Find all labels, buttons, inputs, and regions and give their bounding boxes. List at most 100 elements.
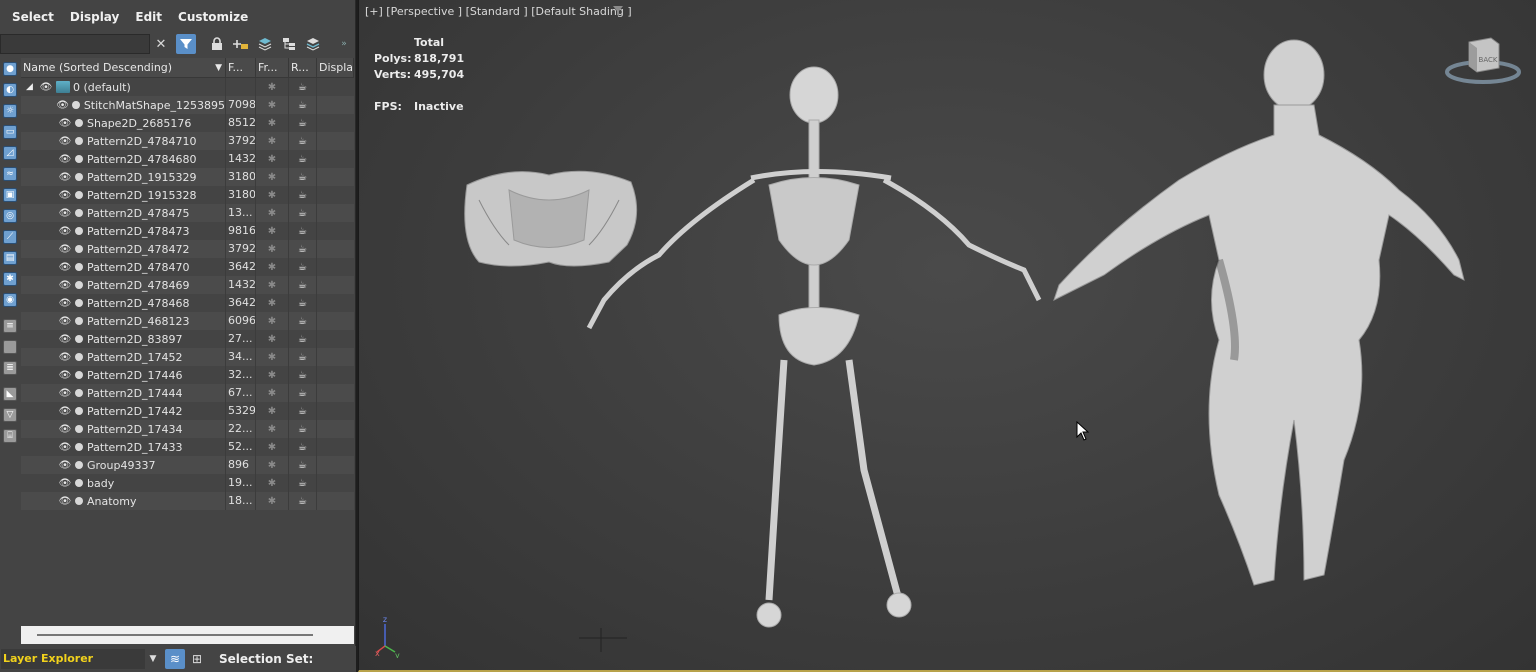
visibility-eye-icon[interactable]: 👁	[58, 370, 72, 381]
freeze-icon[interactable]: ✱	[256, 150, 289, 168]
none-filter-icon[interactable]	[1, 337, 19, 357]
render-teapot-icon[interactable]: ☕	[289, 420, 317, 438]
scrollbar-thumb[interactable]	[37, 634, 313, 636]
render-teapot-icon[interactable]: ☕	[289, 312, 317, 330]
render-teapot-icon[interactable]: ☕	[289, 222, 317, 240]
layers-icon[interactable]	[255, 34, 275, 54]
visibility-eye-icon[interactable]: 👁	[58, 478, 72, 489]
freeze-icon[interactable]: ✱	[256, 402, 289, 420]
viewport-label-menu[interactable]: [+] [Perspective ] [Standard ] [Default …	[365, 5, 632, 18]
all-filter-icon[interactable]: ≡	[1, 316, 19, 336]
visibility-eye-icon[interactable]: 👁	[56, 100, 69, 111]
freeze-icon[interactable]: ✱	[256, 438, 289, 456]
freeze-icon[interactable]: ✱	[256, 294, 289, 312]
object-row[interactable]: 👁 Pattern2D_4784710 3792 ✱ ☕	[21, 132, 354, 150]
freeze-icon[interactable]: ✱	[256, 168, 289, 186]
visibility-eye-icon[interactable]: 👁	[58, 118, 72, 129]
object-row[interactable]: 👁 Pattern2D_1915328 3180 ✱ ☕	[21, 186, 354, 204]
object-row[interactable]: 👁 Pattern2D_17452 34... ✱ ☕	[21, 348, 354, 366]
object-row[interactable]: 👁 Pattern2D_17433 52... ✱ ☕	[21, 438, 354, 456]
clear-search-icon[interactable]: ✕	[151, 34, 171, 54]
object-row[interactable]: 👁 Pattern2D_478472 3792 ✱ ☕	[21, 240, 354, 258]
visibility-eye-icon[interactable]: 👁	[58, 352, 72, 363]
display-cell[interactable]	[317, 456, 354, 474]
menu-edit[interactable]: Edit	[127, 10, 170, 24]
display-cell[interactable]	[317, 276, 354, 294]
display-cell[interactable]	[317, 474, 354, 492]
horizontal-scrollbar[interactable]	[21, 626, 354, 644]
viewcube-icon[interactable]: BACK	[1443, 32, 1523, 92]
visibility-eye-icon[interactable]: 👁	[58, 172, 72, 183]
freeze-icon[interactable]: ✱	[256, 258, 289, 276]
display-cell[interactable]	[317, 186, 354, 204]
visibility-eye-icon[interactable]: 👁	[58, 316, 72, 327]
menu-select[interactable]: Select	[4, 10, 62, 24]
hidden-filter-icon[interactable]: ◉	[1, 290, 19, 310]
visibility-eye-icon[interactable]: 👁	[58, 388, 72, 399]
filter-icon[interactable]	[176, 34, 196, 54]
display-cell[interactable]	[317, 240, 354, 258]
render-teapot-icon[interactable]: ☕	[289, 474, 317, 492]
freeze-icon[interactable]: ✱	[256, 186, 289, 204]
visibility-eye-icon[interactable]: 👁	[58, 280, 72, 291]
object-row[interactable]: 👁 Pattern2D_478468 3642 ✱ ☕	[21, 294, 354, 312]
render-teapot-icon[interactable]: ☕	[289, 132, 317, 150]
new-layer-icon[interactable]	[231, 34, 251, 54]
sort-by-layer-button[interactable]: ≋	[165, 649, 185, 669]
column-frozen[interactable]: Fr...	[256, 58, 289, 78]
render-teapot-icon[interactable]: ☕	[289, 456, 317, 474]
bones-filter-icon[interactable]: ⟋	[1, 227, 19, 247]
object-row[interactable]: 👁 Pattern2D_478470 3642 ✱ ☕	[21, 258, 354, 276]
visibility-eye-icon[interactable]: 👁	[58, 298, 72, 309]
render-teapot-icon[interactable]: ☕	[289, 294, 317, 312]
display-cell[interactable]	[317, 438, 354, 456]
display-cell[interactable]	[317, 294, 354, 312]
visibility-eye-icon[interactable]: 👁	[58, 442, 72, 453]
display-cell[interactable]	[317, 150, 354, 168]
spacewarps-filter-icon[interactable]: ≈	[1, 164, 19, 184]
render-teapot-icon[interactable]: ☕	[289, 114, 317, 132]
freeze-icon[interactable]: ✱	[256, 330, 289, 348]
hierarchy-icon[interactable]	[279, 34, 299, 54]
cameras-filter-icon[interactable]: ▭	[1, 122, 19, 142]
display-cell[interactable]	[317, 132, 354, 150]
groups-filter-icon[interactable]: ▣	[1, 185, 19, 205]
menu-customize[interactable]: Customize	[170, 10, 256, 24]
display-cell[interactable]	[317, 96, 354, 114]
freeze-icon[interactable]: ✱	[256, 276, 289, 294]
render-teapot-icon[interactable]: ☕	[289, 258, 317, 276]
visibility-eye-icon[interactable]: 👁	[39, 82, 53, 93]
layer-row[interactable]: ◢ 👁 0 (default) ✱ ☕	[21, 78, 354, 96]
options-filter-icon[interactable]: ⌸	[1, 426, 19, 446]
render-teapot-icon[interactable]: ☕	[289, 276, 317, 294]
display-cell[interactable]	[317, 330, 354, 348]
freeze-icon[interactable]: ✱	[256, 456, 289, 474]
object-row[interactable]: 👁 Pattern2D_83897 27... ✱ ☕	[21, 330, 354, 348]
column-faces[interactable]: F...	[226, 58, 256, 78]
display-cell[interactable]	[317, 348, 354, 366]
funnel-filter-icon[interactable]: ▽	[1, 405, 19, 425]
object-row[interactable]: 👁 Pattern2D_478473 9816 ✱ ☕	[21, 222, 354, 240]
display-cell[interactable]	[317, 258, 354, 276]
visibility-eye-icon[interactable]: 👁	[58, 154, 72, 165]
freeze-icon[interactable]: ✱	[256, 96, 289, 114]
menu-display[interactable]: Display	[62, 10, 127, 24]
freeze-icon[interactable]: ✱	[256, 492, 289, 510]
object-row[interactable]: 👁 StitchMatShape_1253895 7098 ✱ ☕	[21, 96, 354, 114]
freeze-icon[interactable]: ✱	[256, 78, 289, 96]
freeze-icon[interactable]: ✱	[256, 132, 289, 150]
object-row[interactable]: 👁 Pattern2D_17446 32... ✱ ☕	[21, 366, 354, 384]
display-cell[interactable]	[317, 222, 354, 240]
render-teapot-icon[interactable]: ☕	[289, 402, 317, 420]
lock-icon[interactable]	[207, 34, 227, 54]
render-teapot-icon[interactable]: ☕	[289, 384, 317, 402]
visibility-eye-icon[interactable]: 👁	[58, 208, 72, 219]
containers-filter-icon[interactable]: ▤	[1, 248, 19, 268]
column-display[interactable]: Display	[317, 58, 354, 78]
visibility-eye-icon[interactable]: 👁	[58, 406, 72, 417]
visibility-eye-icon[interactable]: 👁	[58, 136, 72, 147]
freeze-icon[interactable]: ✱	[256, 240, 289, 258]
display-cell[interactable]	[317, 384, 354, 402]
visibility-eye-icon[interactable]: 👁	[58, 496, 72, 507]
search-input[interactable]	[0, 34, 150, 54]
